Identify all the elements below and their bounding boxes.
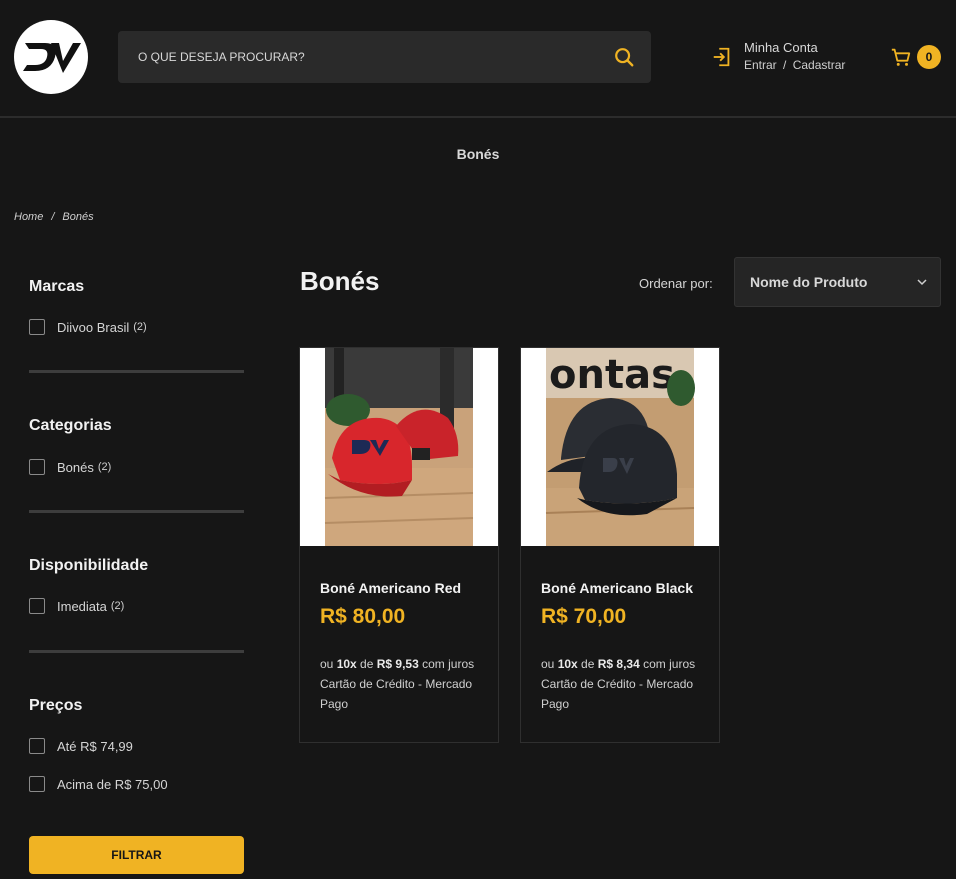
logo-mark <box>23 43 81 73</box>
account-separator: / <box>783 58 787 72</box>
filter-divider <box>29 650 244 653</box>
product-price: R$ 70,00 <box>541 605 627 628</box>
store-logo[interactable] <box>14 20 88 94</box>
filter-option-price-low[interactable]: Até R$ 74,99 <box>29 737 133 755</box>
filter-option-brand[interactable]: Diivoo Brasil (2) <box>29 318 147 336</box>
product-photo <box>300 348 498 546</box>
page-heading: Bonés <box>456 146 500 162</box>
filter-button[interactable]: FILTRAR <box>29 836 244 874</box>
breadcrumb-home[interactable]: Home <box>14 211 43 223</box>
account-title: Minha Conta <box>744 40 818 55</box>
checkbox[interactable] <box>29 598 45 614</box>
account-links: Entrar / Cadastrar <box>744 58 845 72</box>
breadcrumb-separator: / <box>51 211 55 223</box>
filter-title-prices: Preços <box>29 697 83 714</box>
inst-prefix: ou <box>320 657 337 671</box>
search-icon[interactable] <box>613 46 635 68</box>
filter-divider <box>29 370 244 373</box>
site-header: Minha Conta Entrar / Cadastrar 0 <box>0 0 956 118</box>
product-installments: ou 10x de R$ 9,53 com juros Cartão de Cr… <box>320 654 480 714</box>
sort-select-value: Nome do Produto <box>750 274 868 290</box>
inst-value: R$ 8,34 <box>597 657 640 671</box>
product-card[interactable]: ontas Boné Americano Black R$ 70,00 ou 1… <box>520 347 720 743</box>
filter-option-count: (2) <box>110 600 125 612</box>
filter-option-count: (2) <box>133 321 147 333</box>
inst-count: 10x <box>336 657 357 671</box>
filter-title-brands: Marcas <box>29 278 85 295</box>
cart-count-badge: 0 <box>917 45 941 69</box>
filter-option-label: Imediata <box>57 598 107 614</box>
cart-button[interactable]: 0 <box>890 44 942 70</box>
cart-icon <box>891 48 911 66</box>
product-card[interactable]: Boné Americano Red R$ 80,00 ou 10x de R$… <box>299 347 499 743</box>
checkbox[interactable] <box>29 459 45 475</box>
filter-option-availability[interactable]: Imediata (2) <box>29 597 124 615</box>
register-link[interactable]: Cadastrar <box>793 58 846 72</box>
filter-option-price-high[interactable]: Acima de R$ 75,00 <box>29 775 168 793</box>
product-name[interactable]: Boné Americano Red <box>320 580 461 596</box>
filter-title-categories: Categorias <box>29 417 112 434</box>
search-bar <box>118 31 651 83</box>
checkbox[interactable] <box>29 738 45 754</box>
account-menu[interactable]: Minha Conta Entrar / Cadastrar <box>711 38 861 78</box>
filter-option-category[interactable]: Bonés (2) <box>29 458 111 476</box>
product-image[interactable]: ontas <box>521 348 719 546</box>
sort-select[interactable]: Nome do Produto <box>734 257 941 307</box>
checkbox[interactable] <box>29 319 45 335</box>
filter-option-label: Até R$ 74,99 <box>57 738 133 754</box>
filter-option-label: Acima de R$ 75,00 <box>57 776 168 792</box>
checkbox[interactable] <box>29 776 45 792</box>
login-icon <box>713 47 730 67</box>
product-price: R$ 80,00 <box>320 605 406 628</box>
filter-divider <box>29 510 244 513</box>
login-link[interactable]: Entrar <box>744 58 777 72</box>
breadcrumb-current[interactable]: Bonés <box>62 211 93 223</box>
product-installments: ou 10x de R$ 8,34 com juros Cartão de Cr… <box>541 654 701 714</box>
sort-label: Ordenar por: <box>639 276 713 291</box>
product-name[interactable]: Boné Americano Black <box>541 580 693 596</box>
filter-option-label: Bonés <box>57 459 94 475</box>
svg-text:ontas: ontas <box>549 352 675 398</box>
inst-prefix: ou <box>541 657 558 671</box>
listing-title: Bonés <box>300 266 380 296</box>
filter-option-count: (2) <box>97 461 112 473</box>
product-image[interactable] <box>300 348 498 546</box>
inst-count: 10x <box>557 657 578 671</box>
product-photo: ontas <box>521 348 719 546</box>
search-input[interactable] <box>118 31 598 83</box>
breadcrumb: Home / Bonés <box>14 211 94 223</box>
filter-option-label: Diivoo Brasil <box>57 319 130 335</box>
inst-mid: de <box>577 657 598 671</box>
filter-title-availability: Disponibilidade <box>29 557 149 574</box>
inst-value: R$ 9,53 <box>376 657 419 671</box>
chevron-down-icon <box>917 279 927 286</box>
inst-mid: de <box>356 657 377 671</box>
